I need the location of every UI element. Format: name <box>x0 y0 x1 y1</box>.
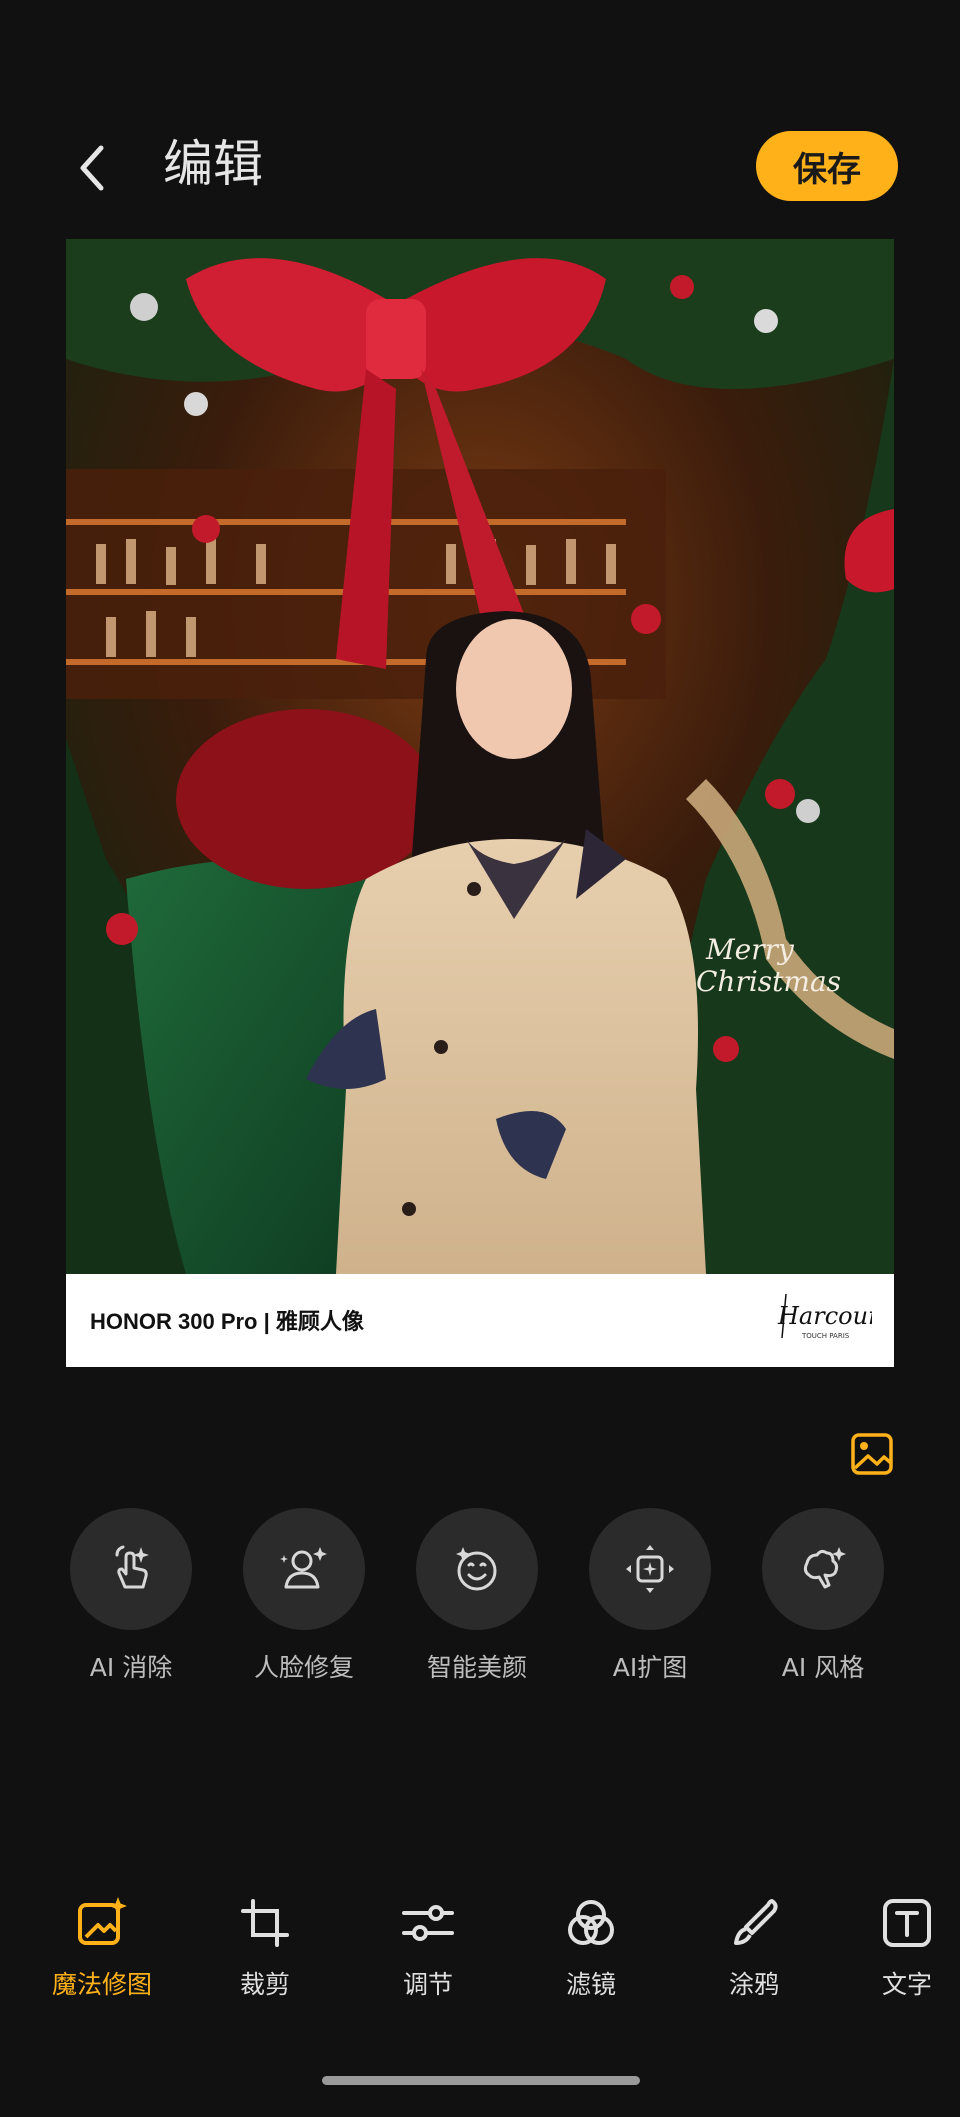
brush-icon <box>734 1899 778 1945</box>
tool-ai-expand-button[interactable] <box>589 1508 711 1630</box>
ai-tools-row: AI 消除 人脸修复 智能美颜 AI扩图 AI 风格 <box>68 1508 898 1688</box>
tool-smart-beauty[interactable]: 智能美颜 <box>414 1508 540 1684</box>
tab-label: 魔法修图 <box>51 1970 152 1999</box>
tool-label: AI扩图 <box>612 1653 688 1682</box>
tool-label: 人脸修复 <box>253 1653 354 1682</box>
tab-label: 文字 <box>881 1970 932 1999</box>
tool-ai-erase[interactable]: AI 消除 <box>68 1508 194 1684</box>
tool-ai-style-button[interactable] <box>762 1508 884 1630</box>
tab-label: 裁剪 <box>239 1970 290 1999</box>
tool-ai-style[interactable]: AI 风格 <box>760 1508 886 1684</box>
tab-label: 涂鸦 <box>728 1970 779 1999</box>
tab-label: 调节 <box>402 1970 453 1999</box>
tool-label: AI 风格 <box>781 1653 865 1682</box>
tab-magic-edit[interactable]: 魔法修图 <box>42 1895 162 2001</box>
bottom-toolbar: 魔法修图 裁剪 调节 滤镜 涂鸦 文字 <box>0 1895 960 1999</box>
tab-filter[interactable]: 滤镜 <box>531 1895 651 2001</box>
expand-image-icon <box>626 1545 674 1593</box>
face-restore-icon <box>280 1547 327 1589</box>
tool-ai-expand[interactable]: AI扩图 <box>587 1508 713 1684</box>
tab-adjust[interactable]: 调节 <box>368 1895 488 2001</box>
harcourt-logo: Harcourt TOUCH PARIS <box>777 1293 872 1340</box>
magic-edit-icon <box>78 1897 127 1945</box>
tab-text[interactable]: 文字 <box>857 1895 957 2001</box>
tool-label: AI 消除 <box>89 1653 173 1682</box>
tool-smart-beauty-button[interactable] <box>416 1508 538 1630</box>
adjust-sliders-icon <box>402 1905 454 1941</box>
gallery-icon[interactable] <box>848 1430 896 1478</box>
svg-text:Christmas: Christmas <box>696 965 841 998</box>
watermark-text: HONOR 300 Pro | 雅顾人像 <box>90 1309 364 1334</box>
photo-watermark-bar: HONOR 300 Pro | 雅顾人像 Harcourt TOUCH PARI… <box>66 1274 894 1367</box>
text-icon <box>883 1899 931 1947</box>
home-indicator[interactable] <box>322 2076 640 2085</box>
ai-style-icon <box>803 1547 846 1589</box>
save-button[interactable]: 保存 <box>756 131 898 201</box>
chevron-left-icon <box>80 145 104 191</box>
tap-sparkle-icon <box>115 1545 149 1589</box>
tab-crop[interactable]: 裁剪 <box>205 1895 325 2001</box>
svg-text:TOUCH PARIS: TOUCH PARIS <box>801 1332 850 1340</box>
page-title: 编辑 <box>163 135 263 193</box>
filter-icon <box>568 1900 614 1945</box>
photo-preview[interactable]: Merry Christmas HONOR 300 Pro | 雅顾人像 Har… <box>66 239 894 1367</box>
svg-text:Merry: Merry <box>705 933 795 966</box>
crop-icon <box>241 1899 289 1947</box>
beauty-face-icon <box>456 1547 497 1591</box>
tab-label: 滤镜 <box>565 1970 616 1999</box>
christmas-portrait-photo: Merry Christmas <box>66 239 894 1274</box>
svg-text:Harcourt: Harcourt <box>777 1302 872 1330</box>
tool-ai-erase-button[interactable] <box>70 1508 192 1630</box>
back-button[interactable] <box>62 128 122 208</box>
tool-face-restore[interactable]: 人脸修复 <box>241 1508 367 1684</box>
tool-face-restore-button[interactable] <box>243 1508 365 1630</box>
tool-label: 智能美颜 <box>426 1653 527 1682</box>
tab-doodle[interactable]: 涂鸦 <box>694 1895 814 2001</box>
